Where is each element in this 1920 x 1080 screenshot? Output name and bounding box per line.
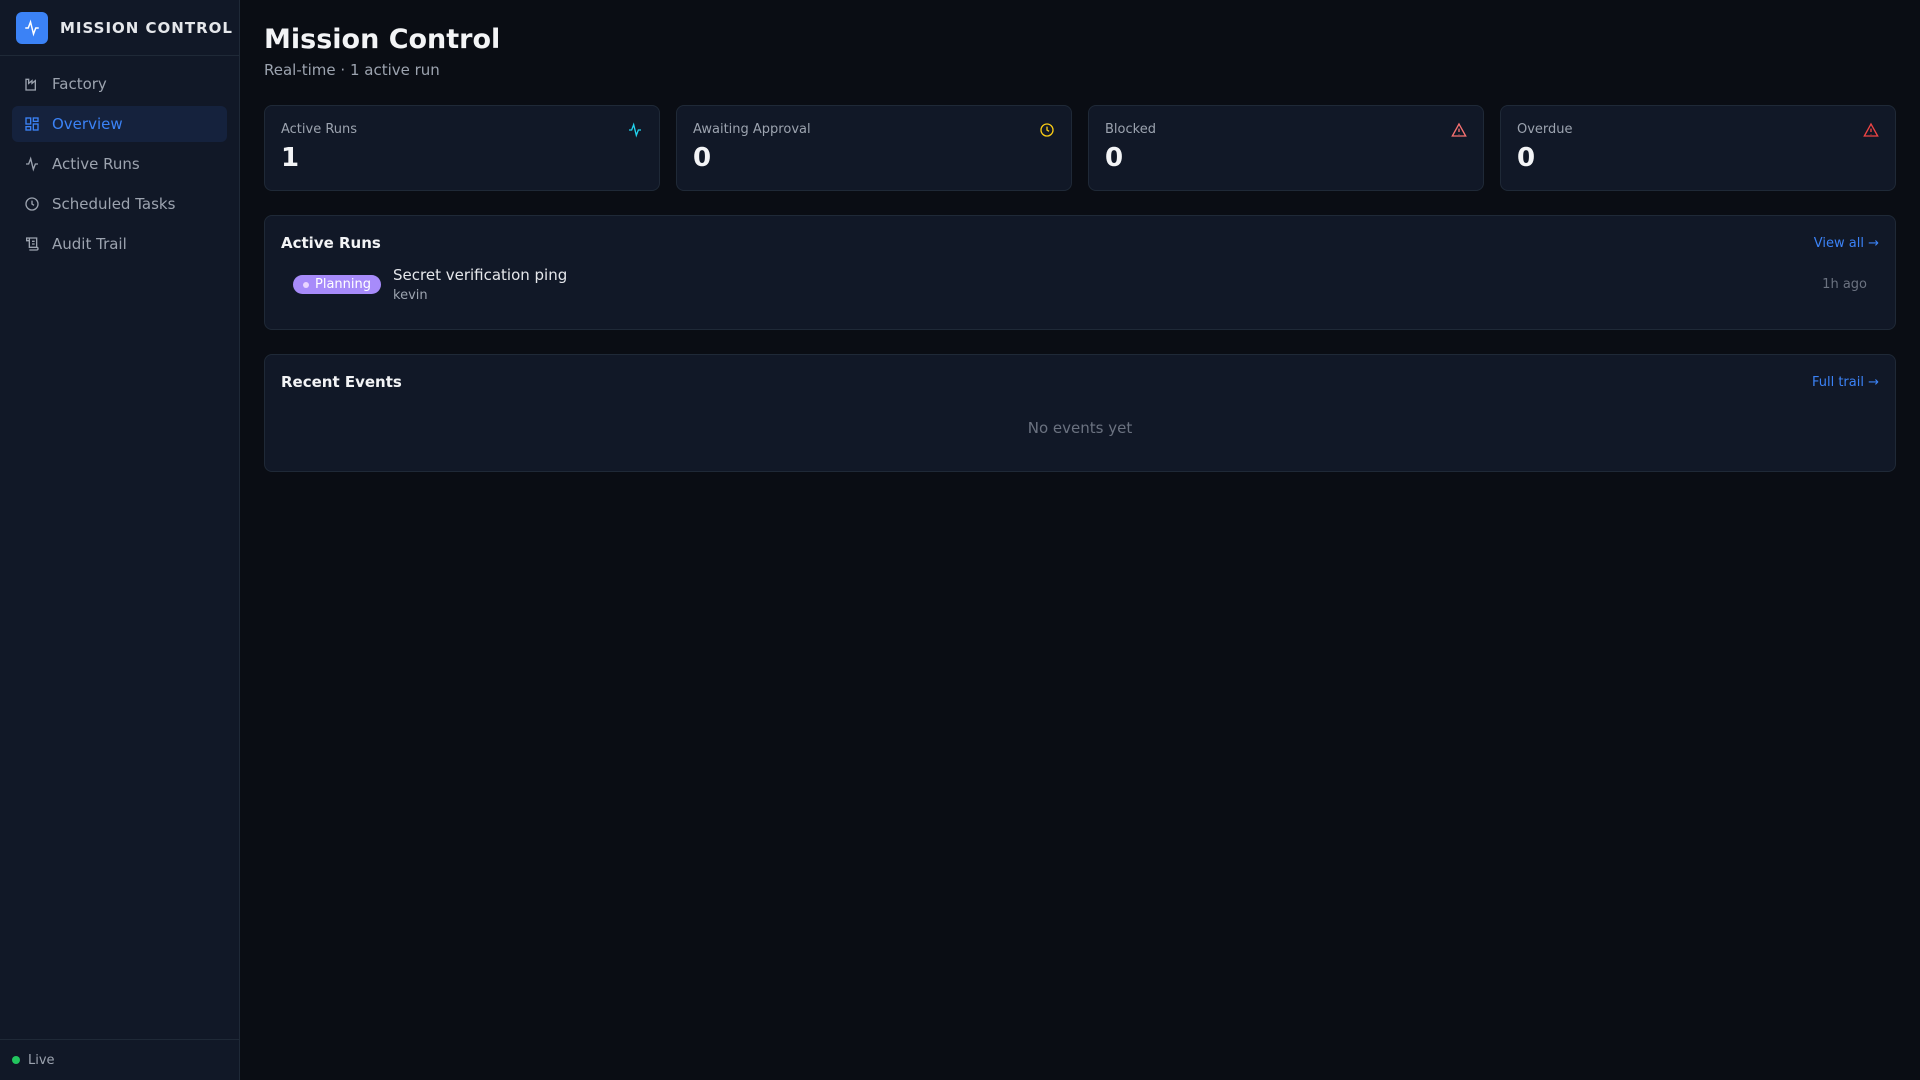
recent-events-panel: Recent Events Full trail → No events yet [264,354,1896,472]
stats-row: Active Runs 1 Awaiting Approval 0 Blocked 0… [264,105,1896,191]
stat-value: 0 [1105,143,1124,173]
run-user: kevin [393,288,428,303]
app-name: MISSION CONTROL [60,18,233,37]
stat-card-active-runs: Active Runs 1 [264,105,660,191]
clock-icon [1040,123,1054,137]
page-title: Mission Control [264,24,501,55]
factory-icon [25,78,36,91]
status-label: Planning [315,277,371,292]
stat-label: Active Runs [281,122,358,137]
run-row[interactable]: Planning Secret verification ping kevin 1… [281,252,1879,311]
brand: MISSION CONTROL [0,0,239,56]
sidebar-item-label: Overview [52,115,123,133]
activity-icon [629,122,641,138]
sidebar-item-factory[interactable]: Factory [12,66,227,102]
clock-icon [25,197,39,211]
panel-title: Active Runs [281,234,381,252]
sidebar-item-scheduled-tasks[interactable]: Scheduled Tasks [12,186,227,222]
activity-icon [26,156,38,172]
stat-value: 0 [693,143,712,173]
nav: Factory Overview Active Runs Scheduled T… [0,56,239,276]
live-status: Live [0,1039,239,1080]
full-trail-link[interactable]: Full trail → [1812,375,1879,390]
stat-label: Awaiting Approval [693,122,811,137]
sidebar-item-overview[interactable]: Overview [12,106,227,142]
run-time: 1h ago [1822,277,1867,292]
warning-icon [1863,122,1879,137]
active-runs-panel: Active Runs View all → Planning Secret v… [264,215,1896,330]
grid-icon [25,117,39,131]
stat-card-overdue: Overdue 0 [1500,105,1896,191]
stat-card-blocked: Blocked 0 [1088,105,1484,191]
warning-icon [1451,122,1467,137]
run-title: Secret verification ping [393,266,568,284]
empty-state: No events yet [1027,419,1133,437]
sidebar-item-label: Scheduled Tasks [52,195,176,213]
stat-label: Blocked [1105,122,1156,137]
main: Mission Control Real-time · 1 active run… [264,0,1896,472]
view-all-link[interactable]: View all → [1814,236,1879,251]
live-dot-icon [12,1056,20,1064]
sidebar-item-active-runs[interactable]: Active Runs [12,146,227,182]
status-badge: Planning [293,275,381,294]
stat-value: 0 [1517,143,1536,173]
sidebar-item-label: Active Runs [52,155,140,173]
sidebar: MISSION CONTROL Factory Overview Active … [0,0,240,1080]
panel-title: Recent Events [281,373,402,391]
activity-logo-icon [16,11,48,44]
stat-card-awaiting-approval: Awaiting Approval 0 [676,105,1072,191]
scroll-icon [26,237,39,251]
stat-value: 1 [281,143,300,173]
sidebar-item-label: Factory [52,75,107,93]
live-status-label: Live [28,1052,55,1068]
page-subtitle: Real-time · 1 active run [264,61,440,79]
stat-label: Overdue [1517,122,1573,137]
sidebar-item-label: Audit Trail [52,235,127,253]
sidebar-item-audit-trail[interactable]: Audit Trail [12,226,227,262]
